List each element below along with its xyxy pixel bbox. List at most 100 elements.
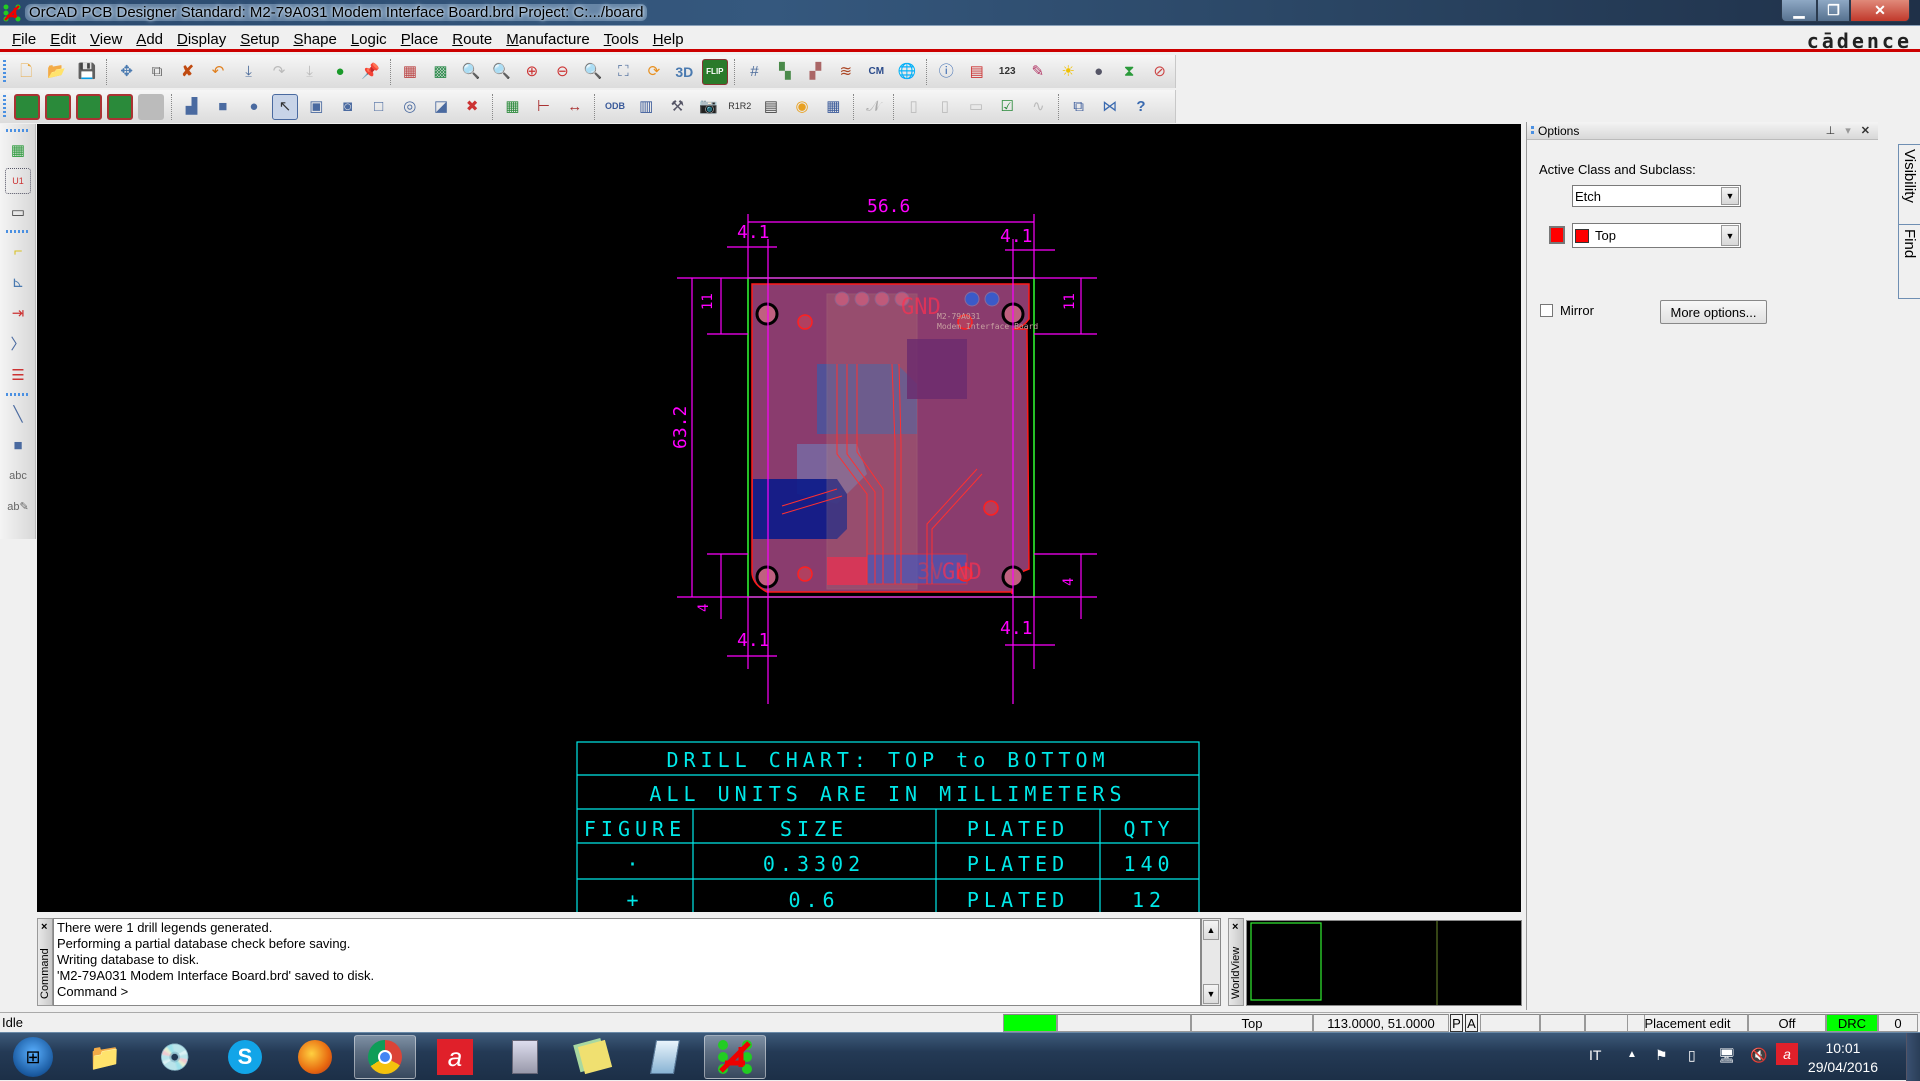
- pin-icon[interactable]: 📌: [358, 59, 383, 85]
- custom-smooth-icon[interactable]: 〉: [5, 331, 31, 357]
- network-icon[interactable]: 🖥: [1718, 1047, 1736, 1064]
- shape-select-icon[interactable]: ↖: [272, 93, 299, 120]
- menu-shape[interactable]: Shape: [287, 31, 344, 48]
- close-icon[interactable]: ×: [41, 921, 47, 933]
- multi-window-icon[interactable]: ⧉: [1066, 94, 1092, 120]
- nc-drill-icon[interactable]: ⚒: [664, 94, 690, 120]
- taskbar-orcad-pcb[interactable]: [704, 1035, 766, 1079]
- cm-icon[interactable]: CM: [864, 59, 889, 85]
- shape-change-type-icon[interactable]: ◎: [397, 94, 423, 120]
- menu-place[interactable]: Place: [395, 31, 447, 48]
- menu-route[interactable]: Route: [446, 31, 500, 48]
- open-icon[interactable]: 📂: [44, 59, 69, 85]
- avira-tray-icon[interactable]: a: [1776, 1043, 1798, 1065]
- toolbar-grip[interactable]: [3, 94, 6, 119]
- taskbar-media-center[interactable]: 💿: [144, 1035, 206, 1079]
- shape-delete-islands-icon[interactable]: □: [366, 94, 392, 120]
- taskbar-calculator[interactable]: [494, 1035, 556, 1079]
- close-panel-icon[interactable]: ✕: [1861, 124, 1870, 137]
- subclass-color-swatch[interactable]: [1549, 226, 1565, 244]
- taskbar-sticky-notes[interactable]: [564, 1035, 626, 1079]
- info-icon[interactable]: ⓘ: [934, 59, 959, 85]
- pin-panel-icon[interactable]: ⊥: [1826, 124, 1836, 137]
- menu-view[interactable]: View: [84, 31, 130, 48]
- redraw-icon[interactable]: ⟳: [641, 59, 666, 85]
- toolbar-grip[interactable]: [6, 129, 30, 132]
- zoom-world-icon[interactable]: ⛶: [611, 59, 636, 85]
- volume-muted-icon[interactable]: 🔇: [1750, 1047, 1767, 1064]
- save-icon[interactable]: 💾: [74, 59, 99, 85]
- command-prompt[interactable]: Command >: [57, 984, 1197, 1000]
- taskbar-avira[interactable]: a: [424, 1035, 486, 1079]
- artwork-icon[interactable]: ▥: [633, 94, 659, 120]
- show-element-icon[interactable]: ▤: [964, 59, 989, 85]
- place-connector-icon[interactable]: ▭: [5, 199, 31, 225]
- shadow-icon[interactable]: ▞: [803, 59, 828, 85]
- 3d-icon[interactable]: 3D: [672, 59, 697, 85]
- toolbar-grip[interactable]: [6, 230, 30, 233]
- odb-icon[interactable]: ODB: [602, 94, 628, 120]
- route-fanout-icon[interactable]: ☰: [5, 362, 31, 388]
- command-log[interactable]: There were 1 drill legends generated. Pe…: [53, 918, 1201, 1006]
- menu-tools[interactable]: Tools: [598, 31, 647, 48]
- dehighlight-icon[interactable]: ☀: [1056, 59, 1081, 85]
- pick-button[interactable]: P: [1450, 1014, 1463, 1032]
- renumber-icon[interactable]: R1R2: [727, 94, 753, 120]
- delete-icon[interactable]: ✘: [175, 59, 200, 85]
- taskbar-chrome[interactable]: [354, 1035, 416, 1079]
- more-options-button[interactable]: More options...: [1660, 300, 1767, 324]
- close-button[interactable]: ✕: [1850, 0, 1910, 22]
- shape-delete-icon[interactable]: ✖: [459, 94, 485, 120]
- edit-text-icon[interactable]: ab✎: [5, 494, 31, 520]
- zoom-in-icon[interactable]: ⊕: [519, 59, 544, 85]
- scroll-up-icon[interactable]: ▲: [1203, 920, 1219, 940]
- panel-menu-icon[interactable]: ▾: [1845, 124, 1851, 137]
- add-text-icon[interactable]: abc: [5, 463, 31, 489]
- snapshot-icon[interactable]: 📷: [696, 94, 722, 120]
- language-indicator[interactable]: IT: [1589, 1047, 1601, 1063]
- slide-icon[interactable]: ⊾: [5, 269, 31, 295]
- chevron-down-icon[interactable]: ▼: [1721, 225, 1739, 246]
- undo-icon[interactable]: ↶: [205, 59, 230, 85]
- glossary-tray-icon[interactable]: ▭: [963, 94, 989, 120]
- help-icon[interactable]: ?: [1128, 94, 1154, 120]
- toolbar-grip[interactable]: [6, 393, 30, 396]
- zoom-previous-icon[interactable]: 🔍: [580, 59, 605, 85]
- rats-all-icon[interactable]: ▩: [428, 59, 453, 85]
- menu-help[interactable]: Help: [647, 31, 692, 48]
- action-center-icon[interactable]: ⚑: [1655, 1047, 1668, 1064]
- maximize-button[interactable]: ❐: [1817, 0, 1850, 22]
- add-rect-icon[interactable]: ■: [5, 432, 31, 458]
- menu-logic[interactable]: Logic: [345, 31, 395, 48]
- highlight-icon[interactable]: ✎: [1025, 59, 1050, 85]
- spread-icon[interactable]: 𝒩: [860, 94, 886, 120]
- copy-icon[interactable]: ⧉: [144, 59, 169, 85]
- menu-setup[interactable]: Setup: [234, 31, 287, 48]
- add-connect-icon[interactable]: ⌐: [5, 238, 31, 264]
- clock[interactable]: 10:01 29/04/2016: [1808, 1039, 1878, 1077]
- start-button[interactable]: ⊞: [2, 1035, 64, 1079]
- layers-icon[interactable]: ≋: [833, 59, 858, 85]
- wire-icon[interactable]: ∿: [1025, 94, 1051, 120]
- shape-circle-icon[interactable]: ●: [241, 94, 267, 120]
- testpoint-icon[interactable]: ◉: [789, 94, 815, 120]
- glossary-doc-icon[interactable]: ▯: [932, 94, 958, 120]
- measure-icon[interactable]: 123: [995, 59, 1020, 85]
- color-icon[interactable]: ▚: [772, 59, 797, 85]
- tab-visibility[interactable]: Visibility: [1899, 145, 1920, 225]
- shape-merge-icon[interactable]: ◪: [428, 94, 454, 120]
- place-replace-icon[interactable]: [75, 93, 102, 120]
- scroll-down-icon[interactable]: ▼: [1203, 984, 1219, 1004]
- menu-add[interactable]: Add: [130, 31, 171, 48]
- design-canvas[interactable]: GND 3V GND M2-79A031 Modem Interface Boa…: [37, 124, 1521, 912]
- shape-edit-boundary-icon[interactable]: ◙: [334, 94, 360, 120]
- subclass-select[interactable]: Top ▼: [1572, 223, 1741, 248]
- taskbar-file-explorer[interactable]: 📁: [74, 1035, 136, 1079]
- unplace-icon[interactable]: ⊘: [1147, 59, 1172, 85]
- web-icon[interactable]: 🌐: [894, 59, 919, 85]
- bowtie-icon[interactable]: ⋈: [1097, 94, 1123, 120]
- zoom-in-window-icon[interactable]: 🔍: [489, 59, 514, 85]
- taskbar-notepad[interactable]: [634, 1035, 696, 1079]
- bomb-icon[interactable]: ●: [1086, 59, 1111, 85]
- redo-list-icon[interactable]: ⤓: [297, 59, 322, 85]
